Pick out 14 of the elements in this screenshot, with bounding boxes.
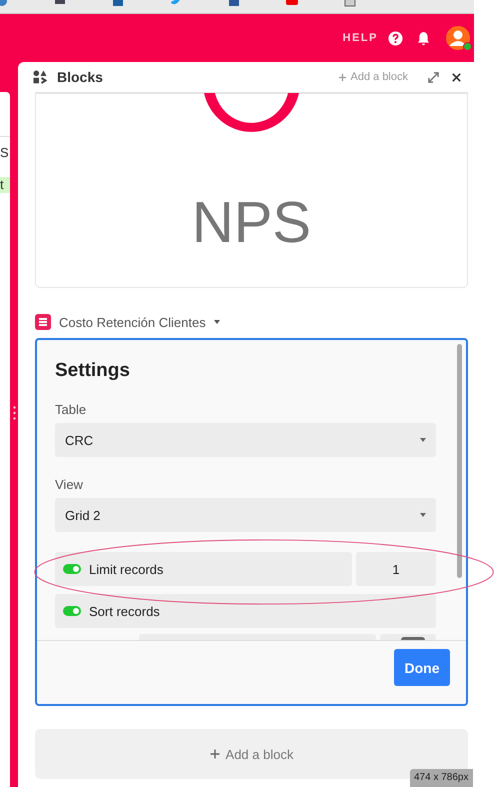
- field-label: Table: [55, 402, 88, 417]
- select-field[interactable]: Grid 2: [55, 498, 436, 532]
- size-badge: 474 x 786px: [410, 769, 472, 787]
- settings-title: Settings: [55, 360, 131, 382]
- select-field[interactable]: CRC: [55, 423, 436, 457]
- toggle-row[interactable]: Limit records: [55, 552, 352, 586]
- field-label: View: [55, 477, 84, 492]
- block-selector[interactable]: Costo Retención Clientes: [35, 312, 220, 332]
- nps-label: NPS: [192, 189, 312, 256]
- toggle-row[interactable]: Sort records: [55, 594, 436, 628]
- number-field[interactable]: 1: [356, 552, 436, 586]
- panel-title: Blocks: [57, 69, 103, 85]
- done-button[interactable]: Done: [394, 649, 450, 686]
- table-cell: t: [0, 177, 10, 193]
